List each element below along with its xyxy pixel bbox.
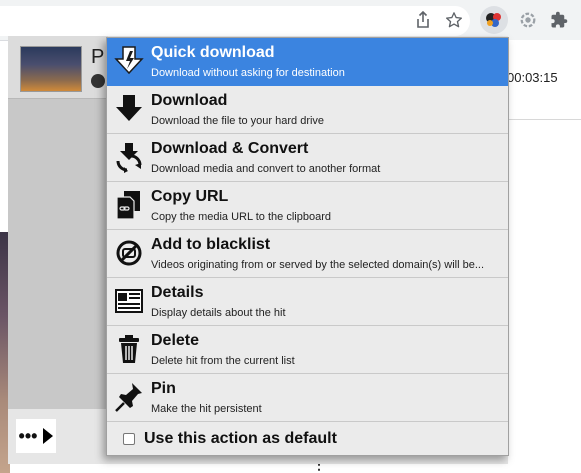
screen: 00:03:15 ⋮ P ••• Quick download Download… (0, 0, 581, 473)
menu-item-download[interactable]: Download Download the file to your hard … (107, 86, 508, 134)
menu-item-title: Add to blacklist (151, 236, 271, 253)
menu-item-pin[interactable]: Pin Make the hit persistent (107, 374, 508, 422)
extension-gear-icon[interactable] (516, 8, 540, 32)
default-action-checkbox[interactable] (123, 432, 135, 445)
menu-item-download-convert[interactable]: Download & Convert Download media and co… (107, 134, 508, 182)
quick-download-icon (113, 44, 145, 78)
menu-item-title: Pin (151, 380, 176, 397)
hit-list-item[interactable]: P (8, 36, 108, 99)
extensions-puzzle-icon[interactable] (547, 8, 571, 32)
menu-item-title: Download & Convert (151, 140, 309, 157)
menu-item-description: Videos originating from or served by the… (151, 259, 485, 271)
menu-item-delete[interactable]: Delete Delete hit from the current list (107, 326, 508, 374)
divider (508, 119, 581, 120)
more-actions-button[interactable]: ••• (16, 419, 56, 453)
video-downloadhelper-extension-icon[interactable] (480, 6, 508, 34)
trash-icon (113, 332, 145, 366)
menu-item-title: Details (151, 284, 204, 301)
menu-item-copy-url[interactable]: Copy URL Copy the media URL to the clipb… (107, 182, 508, 230)
default-action-label[interactable]: Use this action as default (144, 430, 337, 448)
menu-item-title: Download (151, 92, 228, 109)
menu-item-title: Delete (151, 332, 200, 349)
download-arrow-icon (113, 92, 145, 126)
details-icon (113, 284, 145, 318)
copy-url-icon (113, 188, 145, 222)
pin-icon (113, 380, 145, 414)
hit-status-icon (91, 74, 105, 88)
menu-item-title: Copy URL (151, 188, 229, 205)
menu-item-quick-download[interactable]: Quick download Download without asking f… (107, 38, 508, 86)
share-icon[interactable] (411, 8, 435, 32)
menu-item-description: Download the file to your hard drive (151, 115, 325, 127)
play-arrow-icon (43, 428, 54, 444)
menu-item-description: Download without asking for destination (151, 67, 345, 79)
menu-item-description: Display details about the hit (151, 307, 286, 319)
default-action-row[interactable]: Use this action as default (107, 422, 508, 455)
menu-item-description: Copy the media URL to the clipboard (151, 211, 331, 223)
page-background (508, 40, 581, 473)
hit-thumbnail (20, 46, 82, 92)
menu-item-description: Make the hit persistent (151, 403, 262, 415)
download-convert-icon (113, 140, 145, 174)
menu-item-description: Delete hit from the current list (151, 355, 295, 367)
bookmark-star-icon[interactable] (442, 8, 466, 32)
action-menu: Quick download Download without asking f… (106, 37, 509, 456)
address-bar[interactable] (0, 6, 470, 36)
menu-item-details[interactable]: Details Display details about the hit (107, 278, 508, 326)
video-duration-text: 00:03:15 (507, 70, 558, 85)
blacklist-icon (113, 236, 145, 270)
menu-item-description: Download media and convert to another fo… (151, 163, 381, 175)
menu-item-add-to-blacklist[interactable]: Add to blacklist Videos originating from… (107, 230, 508, 278)
menu-item-title: Quick download (151, 44, 275, 61)
popup-panel (8, 99, 108, 409)
ellipsis-icon: ••• (18, 425, 38, 446)
hit-title: P (91, 46, 105, 68)
browser-toolbar (0, 0, 581, 41)
